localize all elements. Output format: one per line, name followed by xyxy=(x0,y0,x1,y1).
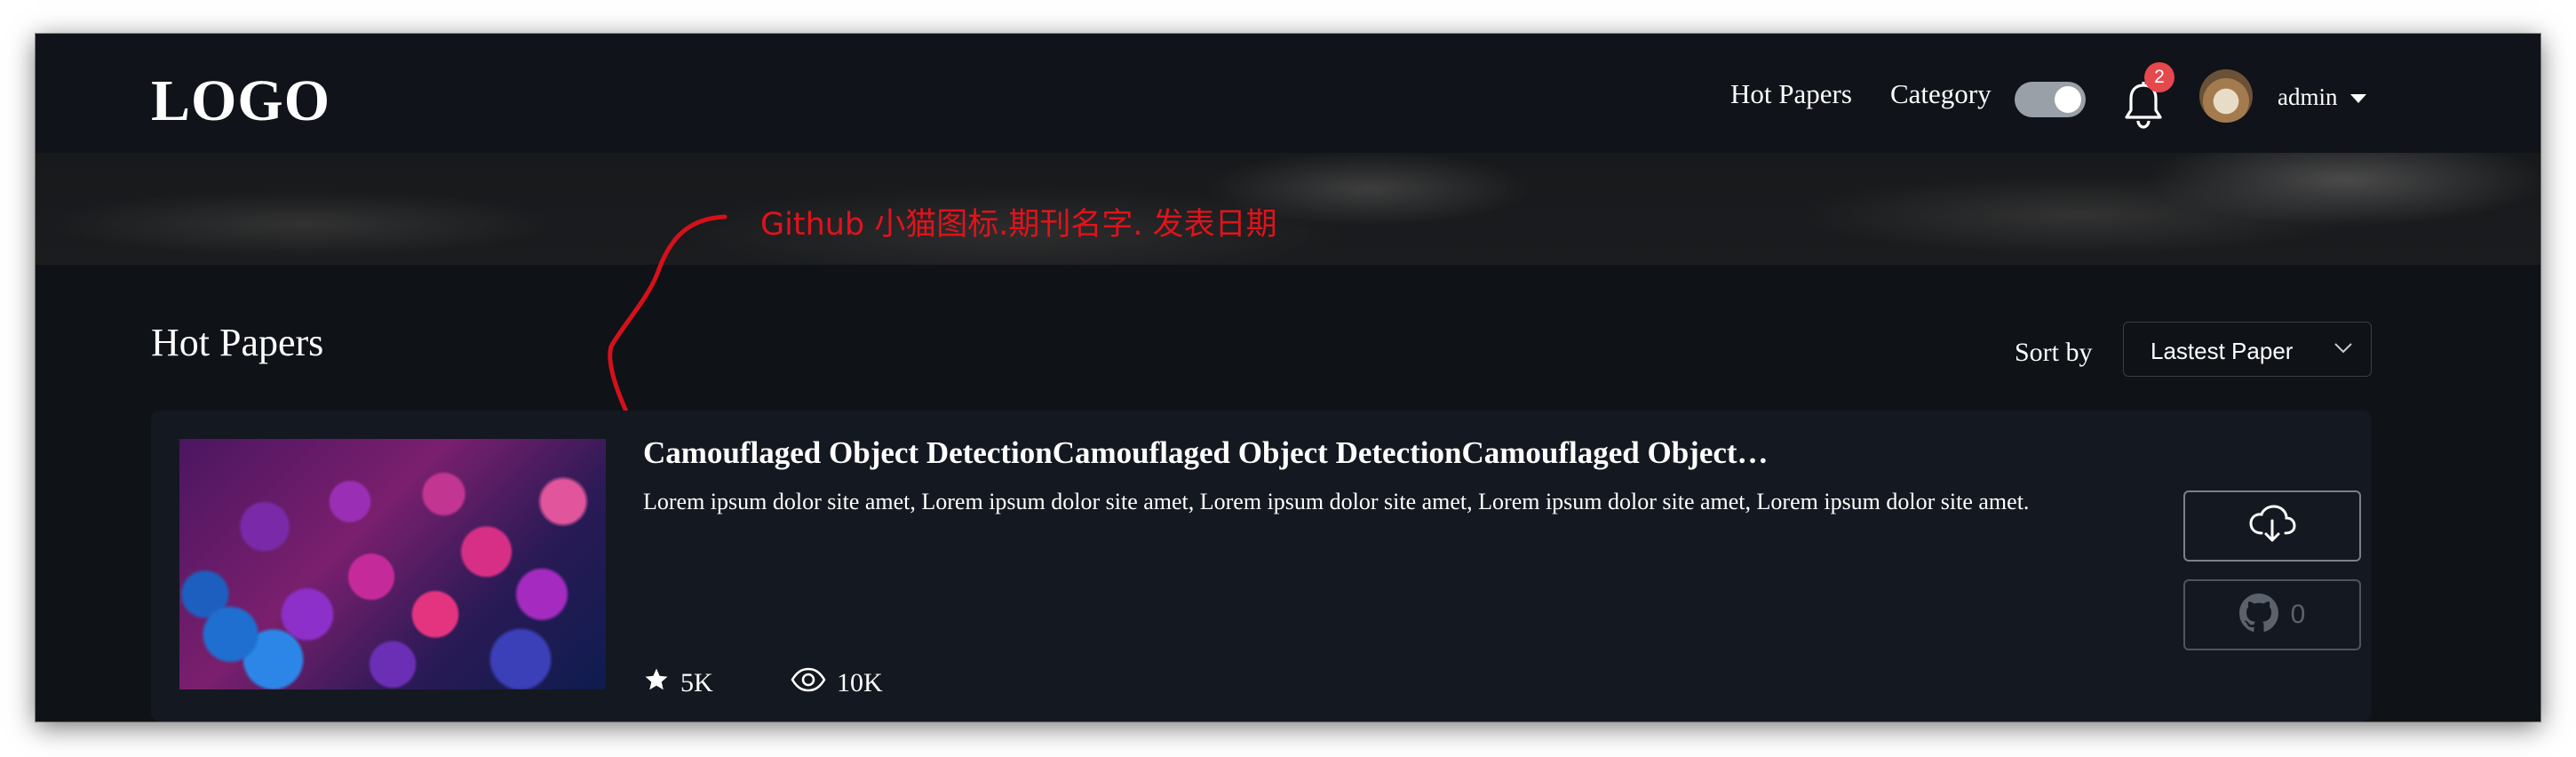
notification-badge: 2 xyxy=(2144,62,2174,92)
annotation-note: Github 小猫图标.期刊名字. 发表日期 xyxy=(760,207,1277,243)
nav-category[interactable]: Category xyxy=(1890,78,1992,110)
category-toggle[interactable] xyxy=(2015,82,2086,117)
eye-icon xyxy=(791,666,826,700)
nav-hot-papers[interactable]: Hot Papers xyxy=(1730,78,1852,110)
top-header: LOGO Hot Papers Category 2 admin xyxy=(36,34,2540,153)
paper-card[interactable]: Camouflaged Object DetectionCamouflaged … xyxy=(151,410,2372,721)
app-window: LOGO Hot Papers Category 2 admin Github … xyxy=(36,34,2540,721)
caret-down-icon[interactable] xyxy=(2350,94,2366,103)
hero-banner xyxy=(36,153,2540,265)
logo[interactable]: LOGO xyxy=(151,68,330,135)
toggle-knob xyxy=(2055,86,2081,113)
sort-select[interactable]: Lastest Paper xyxy=(2123,322,2372,377)
stars-stat: 5K xyxy=(643,666,713,700)
download-button[interactable] xyxy=(2183,490,2361,562)
sort-label: Sort by xyxy=(2015,338,2093,367)
cloud-download-icon xyxy=(2248,504,2296,548)
paper-title[interactable]: Camouflaged Object DetectionCamouflaged … xyxy=(643,435,1976,471)
avatar[interactable] xyxy=(2199,69,2253,123)
sort-value: Lastest Paper xyxy=(2151,338,2294,364)
star-icon xyxy=(643,666,670,700)
chevron-down-icon xyxy=(2334,342,2353,359)
section-title: Hot Papers xyxy=(151,321,324,364)
paper-description: Lorem ipsum dolor site amet, Lorem ipsum… xyxy=(643,489,2030,514)
github-button[interactable]: 0 xyxy=(2183,579,2361,650)
stars-count: 5K xyxy=(680,668,713,697)
github-icon xyxy=(2238,593,2278,637)
github-count: 0 xyxy=(2290,600,2306,629)
paper-thumbnail[interactable] xyxy=(179,439,606,689)
views-stat: 10K xyxy=(791,666,883,700)
user-name[interactable]: admin xyxy=(2278,84,2338,111)
views-count: 10K xyxy=(837,668,883,697)
